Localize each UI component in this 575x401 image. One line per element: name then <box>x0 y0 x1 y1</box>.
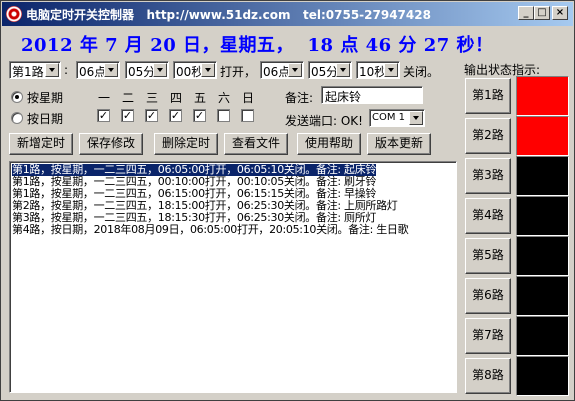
chevron-down-icon <box>104 63 118 77</box>
add-schedule-button[interactable]: 新增定时 <box>9 133 73 155</box>
weekday-checkbox-wed[interactable]: ✓ <box>145 109 158 122</box>
off-label: 关闭。 <box>403 65 440 79</box>
schedule-list[interactable]: 第1路，按星期，一二三四五，06:05:00打开，06:05:10关闭。备注: … <box>9 161 457 393</box>
port-status-label: 发送端口: OK! <box>285 114 363 128</box>
weekday-checkbox-sat[interactable] <box>217 109 230 122</box>
view-file-button[interactable]: 查看文件 <box>224 133 288 155</box>
weekday-checkbox-mon[interactable]: ✓ <box>97 109 110 122</box>
off-second-select[interactable]: 10秒 <box>356 61 400 79</box>
window-title: 电脑定时开关控制器 http://www.51dz.com tel:0755-2… <box>26 8 431 22</box>
weekday-label-wed: 三 <box>146 91 159 105</box>
weekday-label-tue: 二 <box>122 91 135 105</box>
channel-4-button[interactable]: 第4路 <box>465 198 511 234</box>
daily-label: 按日期 <box>27 112 64 126</box>
weekday-checkbox-tue[interactable]: ✓ <box>121 109 134 122</box>
weekday-checkbox-fri[interactable]: ✓ <box>193 109 206 122</box>
channel-2-button[interactable]: 第2路 <box>465 118 511 154</box>
weekday-label-fri: 五 <box>194 91 207 105</box>
weekly-radio[interactable] <box>11 91 23 103</box>
channel-5-button[interactable]: 第5路 <box>465 238 511 274</box>
chevron-down-icon <box>336 63 350 77</box>
current-datetime: 2012 年 7 月 20 日，星期五， 18 点 46 分 27 秒！ <box>21 35 494 56</box>
channel-7-indicator <box>516 316 569 356</box>
colon-label: : <box>64 63 69 77</box>
chevron-down-icon <box>201 63 215 77</box>
chevron-down-icon <box>45 63 59 77</box>
channel-1-indicator <box>516 76 569 116</box>
main-window: 电脑定时开关控制器 http://www.51dz.com tel:0755-2… <box>0 0 575 401</box>
note-input[interactable]: 起床铃 <box>321 86 423 104</box>
port-select[interactable]: COM 1 <box>369 109 425 127</box>
weekday-label-thu: 四 <box>170 91 183 105</box>
channel-6-indicator <box>516 276 569 316</box>
on-second-select[interactable]: 00秒 <box>173 61 217 79</box>
weekday-checkbox-sun[interactable] <box>241 109 254 122</box>
delete-schedule-button[interactable]: 删除定时 <box>154 133 218 155</box>
on-minute-select[interactable]: 05分 <box>125 61 169 79</box>
channel-3-button[interactable]: 第3路 <box>465 158 511 194</box>
chevron-down-icon <box>409 111 423 125</box>
weekday-label-sat: 六 <box>218 91 231 105</box>
close-button[interactable]: × <box>552 6 568 20</box>
list-item[interactable]: 第4路，按日期，2018年08月09日，06:05:00打开，20:05:10关… <box>12 224 409 236</box>
weekday-checkbox-thu[interactable]: ✓ <box>169 109 182 122</box>
help-button[interactable]: 使用帮助 <box>297 133 361 155</box>
chevron-down-icon <box>153 63 167 77</box>
channel-8-indicator <box>516 356 569 396</box>
weekday-label-mon: 一 <box>98 91 111 105</box>
title-bar[interactable]: 电脑定时开关控制器 http://www.51dz.com tel:0755-2… <box>2 2 573 26</box>
channel-1-button[interactable]: 第1路 <box>465 78 511 114</box>
daily-radio[interactable] <box>11 112 23 124</box>
channel-select[interactable]: 第1路 <box>9 61 61 79</box>
on-hour-select[interactable]: 06点 <box>76 61 120 79</box>
channel-5-indicator <box>516 236 569 276</box>
update-button[interactable]: 版本更新 <box>367 133 431 155</box>
channel-3-indicator <box>516 156 569 196</box>
channel-6-button[interactable]: 第6路 <box>465 278 511 314</box>
save-changes-button[interactable]: 保存修改 <box>79 133 143 155</box>
app-icon <box>6 6 22 22</box>
on-label: 打开， <box>220 65 257 79</box>
weekly-label: 按星期 <box>27 91 64 105</box>
minimize-button[interactable]: _ <box>518 6 534 20</box>
note-label: 备注: <box>285 91 314 105</box>
channel-7-button[interactable]: 第7路 <box>465 318 511 354</box>
weekday-label-sun: 日 <box>242 91 255 105</box>
chevron-down-icon <box>384 63 398 77</box>
chevron-down-icon <box>288 63 302 77</box>
off-minute-select[interactable]: 05分 <box>308 61 352 79</box>
off-hour-select[interactable]: 06点 <box>260 61 304 79</box>
channel-4-indicator <box>516 196 569 236</box>
maximize-button[interactable]: □ <box>534 6 550 20</box>
channel-2-indicator <box>516 116 569 156</box>
channel-8-button[interactable]: 第8路 <box>465 358 511 394</box>
